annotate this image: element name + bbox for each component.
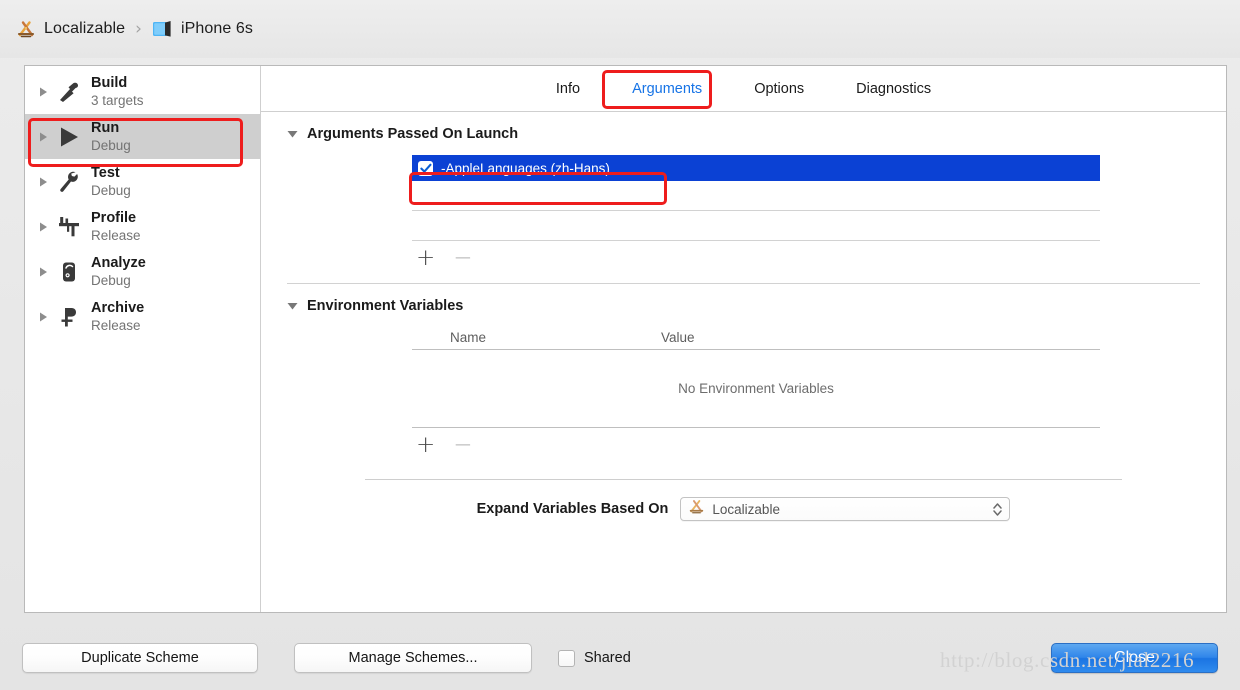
- arguments-table: -AppleLanguages (zh-Hans): [412, 155, 1100, 241]
- disclosure-triangle-icon[interactable]: [37, 221, 49, 233]
- scheme-name-label: Localizable: [44, 20, 126, 37]
- expand-variables-row: Expand Variables Based On Localizable: [287, 497, 1200, 521]
- sidebar-item-title: Run: [91, 119, 120, 136]
- xcode-app-icon: [16, 19, 36, 39]
- manage-schemes-button[interactable]: Manage Schemes...: [294, 643, 532, 673]
- arguments-section-header[interactable]: Arguments Passed On Launch: [287, 126, 1200, 142]
- remove-argument-button[interactable]: −: [453, 246, 472, 270]
- xcode-app-icon: [688, 498, 705, 520]
- disclosure-triangle-down-icon[interactable]: [287, 301, 298, 312]
- disclosure-triangle-icon[interactable]: [37, 86, 49, 98]
- breadcrumb-scheme[interactable]: Localizable: [16, 19, 125, 39]
- table-row[interactable]: -AppleLanguages (zh-Hans): [412, 155, 1100, 181]
- arguments-empty-row[interactable]: [412, 211, 1100, 241]
- sidebar-item-build[interactable]: Build 3 targets: [25, 69, 260, 114]
- shared-label: Shared: [584, 650, 631, 666]
- breadcrumb-destination[interactable]: iPhone 6s: [152, 19, 253, 39]
- wrench-icon: [54, 167, 84, 197]
- column-header-value: Value: [661, 329, 695, 345]
- environment-table-header: Name Value: [412, 325, 1100, 350]
- sidebar-item-title: Profile: [91, 209, 137, 226]
- detail-body: Arguments Passed On Launch -AppleLanguag…: [261, 112, 1226, 612]
- tab-info[interactable]: Info: [530, 77, 606, 101]
- sidebar-item-subtitle: Release: [91, 227, 141, 243]
- add-environment-variable-button[interactable]: +: [416, 433, 435, 457]
- stethoscope-icon: [54, 257, 84, 287]
- argument-checkbox[interactable]: [418, 160, 433, 176]
- breadcrumb-bar: Localizable › iPhone 6s: [0, 0, 1240, 58]
- remove-environment-variable-button[interactable]: −: [453, 433, 472, 457]
- sidebar-item-title: Test: [91, 164, 120, 181]
- sidebar-item-profile[interactable]: Profile Release: [25, 204, 260, 249]
- environment-empty-message: No Environment Variables: [412, 350, 1100, 428]
- duplicate-scheme-button[interactable]: Duplicate Scheme: [22, 643, 258, 673]
- expand-divider: [365, 479, 1122, 480]
- disclosure-triangle-icon[interactable]: [37, 266, 49, 278]
- sidebar-item-subtitle: Release: [91, 317, 141, 333]
- arguments-add-remove-bar: + −: [412, 246, 1200, 270]
- section-divider: [287, 283, 1200, 284]
- environment-add-remove-bar: + −: [412, 433, 1200, 457]
- sidebar-item-test[interactable]: Test Debug: [25, 159, 260, 204]
- sidebar-item-subtitle: Debug: [91, 272, 131, 288]
- disclosure-triangle-icon[interactable]: [37, 176, 49, 188]
- detail-pane: Info Arguments Options Diagnostics Argum…: [261, 66, 1226, 612]
- sidebar-item-subtitle: 3 targets: [91, 92, 144, 108]
- sidebar-item-subtitle: Debug: [91, 182, 131, 198]
- disclosure-triangle-icon[interactable]: [37, 311, 49, 323]
- play-icon: [54, 122, 84, 152]
- tab-options[interactable]: Options: [728, 77, 830, 101]
- tab-diagnostics[interactable]: Diagnostics: [830, 77, 957, 101]
- hammer-icon: [54, 77, 84, 107]
- archive-icon: [54, 302, 84, 332]
- environment-section-header[interactable]: Environment Variables: [287, 298, 1200, 314]
- caliper-icon: [54, 212, 84, 242]
- arguments-empty-row[interactable]: [412, 181, 1100, 211]
- add-argument-button[interactable]: +: [416, 246, 435, 270]
- column-header-name: Name: [450, 329, 487, 345]
- disclosure-triangle-down-icon[interactable]: [287, 129, 298, 140]
- disclosure-triangle-icon[interactable]: [37, 131, 49, 143]
- breadcrumb-separator-icon: ›: [135, 19, 142, 39]
- watermark-text: http://blog.csdn.net/jial2216: [940, 648, 1195, 672]
- sidebar-item-analyze[interactable]: Analyze Debug: [25, 249, 260, 294]
- sidebar-item-title: Analyze: [91, 254, 146, 271]
- simulator-icon: [152, 19, 173, 39]
- sidebar-item-run[interactable]: Run Debug: [25, 114, 260, 159]
- tab-bar: Info Arguments Options Diagnostics: [261, 66, 1226, 112]
- expand-variables-value: Localizable: [712, 501, 780, 517]
- chevron-updown-icon[interactable]: [991, 502, 1003, 517]
- tab-arguments[interactable]: Arguments: [606, 77, 728, 101]
- argument-value: -AppleLanguages (zh-Hans): [441, 160, 610, 176]
- environment-variables-table: Name Value No Environment Variables: [412, 325, 1100, 428]
- scheme-actions-sidebar: Build 3 targets Run Debug Test Debug Pro…: [25, 66, 261, 612]
- shared-checkbox[interactable]: [558, 649, 575, 667]
- arguments-section-title: Arguments Passed On Launch: [307, 126, 519, 142]
- sidebar-item-title: Build: [91, 74, 128, 91]
- sidebar-item-archive[interactable]: Archive Release: [25, 294, 260, 339]
- expand-variables-popup[interactable]: Localizable: [680, 497, 1011, 521]
- sidebar-item-subtitle: Debug: [91, 137, 131, 153]
- destination-name-label: iPhone 6s: [180, 20, 254, 37]
- sidebar-item-title: Archive: [91, 299, 145, 316]
- environment-section-title: Environment Variables: [307, 298, 464, 314]
- expand-variables-label: Expand Variables Based On: [476, 501, 669, 517]
- shared-checkbox-group[interactable]: Shared: [558, 649, 631, 667]
- scheme-editor-window: Build 3 targets Run Debug Test Debug Pro…: [24, 65, 1227, 613]
